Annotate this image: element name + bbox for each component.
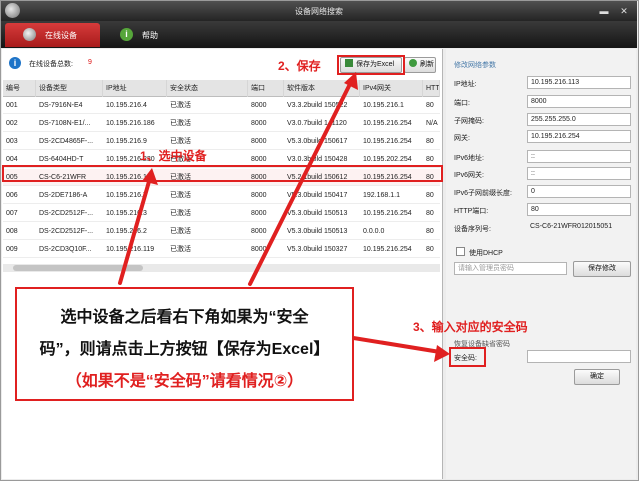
callout-line-1: 选中设备之后看右下角如果为“安全 (60, 309, 309, 326)
callout-line-3: （如果不是“安全码”请看情况②） (65, 373, 304, 390)
annotation-arrows (118, 72, 450, 362)
arrow-to-save-button (248, 80, 353, 286)
instruction-callout: 选中设备之后看右下角如果为“安全 码”，则请点击上方按钮【保存为Excel】 （… (15, 287, 354, 401)
arrowhead-1 (142, 168, 158, 185)
callout-line-2: 码”，则请点击上方按钮【保存为Excel】 (39, 341, 330, 358)
arrowhead-3 (434, 345, 450, 362)
arrowhead-2 (344, 72, 358, 90)
arrow-to-selected-row (118, 176, 152, 285)
